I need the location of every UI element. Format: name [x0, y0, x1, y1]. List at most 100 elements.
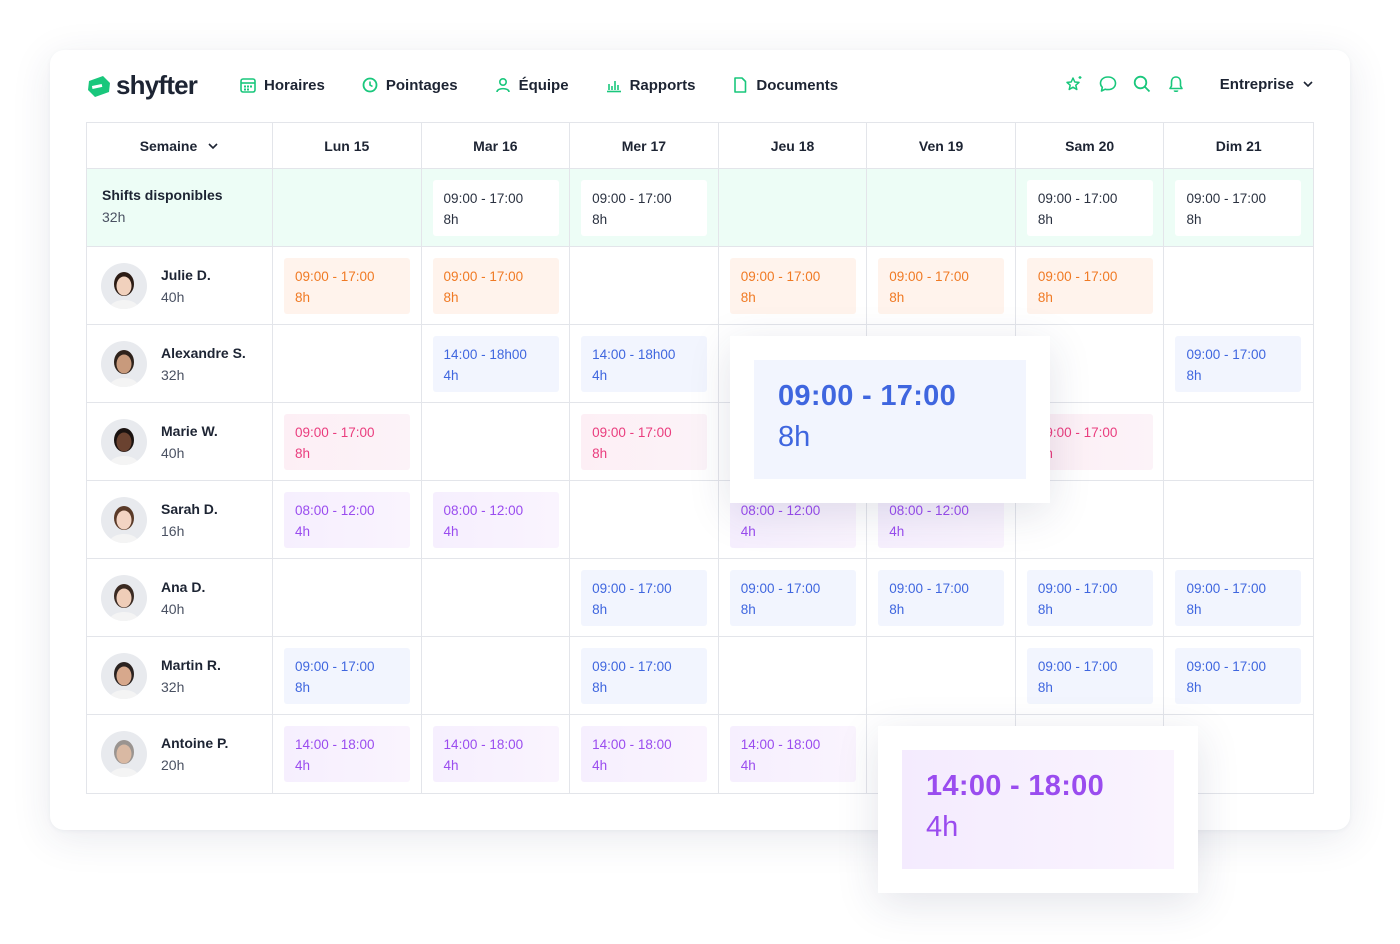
- day-cell[interactable]: [1164, 403, 1314, 481]
- employee-cell[interactable]: Sarah D. 16h: [87, 481, 273, 559]
- day-cell[interactable]: [421, 403, 571, 481]
- week-selector[interactable]: Semaine: [140, 138, 220, 154]
- chat-icon[interactable]: [1098, 74, 1118, 94]
- shift-block[interactable]: 08:00 - 12:00 4h: [283, 492, 410, 548]
- employee-cell[interactable]: Ana D. 40h: [87, 559, 273, 637]
- day-cell[interactable]: 09:00 - 17:00 8h: [718, 559, 868, 637]
- day-cell[interactable]: 14:00 - 18h00 4h: [421, 325, 571, 403]
- day-cell[interactable]: 09:00 - 17:00 8h: [570, 637, 719, 715]
- shift-block[interactable]: 08:00 - 12:00 4h: [432, 492, 559, 548]
- shift-block[interactable]: 14:00 - 18:00 4h: [432, 726, 559, 782]
- day-cell[interactable]: 09:00 - 17:00 8h: [1164, 169, 1314, 247]
- day-cell[interactable]: 09:00 - 17:00 8h: [272, 403, 422, 481]
- sparkle-star-icon[interactable]: [1064, 74, 1084, 94]
- day-cell[interactable]: 08:00 - 12:00 4h: [421, 481, 571, 559]
- employee-name: Julie D.: [161, 267, 211, 283]
- company-selector[interactable]: Entreprise: [1220, 76, 1314, 93]
- shift-block[interactable]: 14:00 - 18:00 4h: [581, 726, 708, 782]
- bell-icon[interactable]: [1166, 74, 1186, 94]
- nav-rapports[interactable]: Rapports: [605, 76, 695, 94]
- shift-block[interactable]: 09:00 - 17:00 8h: [1175, 336, 1302, 392]
- nav-equipe[interactable]: Équipe: [494, 76, 569, 94]
- day-cell[interactable]: [570, 481, 719, 559]
- shift-block[interactable]: 09:00 - 17:00 8h: [432, 258, 559, 314]
- day-cell[interactable]: [1164, 481, 1314, 559]
- day-cell[interactable]: 09:00 - 17:00 8h: [570, 169, 719, 247]
- day-cell[interactable]: 09:00 - 17:00 8h: [1164, 637, 1314, 715]
- day-cell[interactable]: 09:00 - 17:00 8h: [272, 637, 422, 715]
- shift-time: 14:00 - 18h00: [592, 347, 676, 362]
- shift-block[interactable]: 14:00 - 18h00 4h: [432, 336, 559, 392]
- shift-time: 09:00 - 17:00: [592, 191, 672, 206]
- shift-block[interactable]: 09:00 - 17:00 8h: [1175, 570, 1302, 626]
- day-cell[interactable]: [570, 247, 719, 325]
- day-cell[interactable]: 09:00 - 17:00 8h: [1164, 559, 1314, 637]
- search-icon[interactable]: [1132, 74, 1152, 94]
- day-cell[interactable]: 14:00 - 18:00 4h: [719, 715, 868, 793]
- day-cell[interactable]: [867, 169, 1016, 247]
- shift-block[interactable]: 09:00 - 17:00 8h: [581, 414, 708, 470]
- day-cell[interactable]: [867, 637, 1016, 715]
- day-cell[interactable]: [421, 637, 571, 715]
- day-cell[interactable]: 09:00 - 17:00 8h: [1015, 637, 1165, 715]
- shift-block[interactable]: 09:00 - 17:00 8h: [1026, 570, 1153, 626]
- employee-cell[interactable]: Martin R. 32h: [87, 637, 273, 715]
- day-cell[interactable]: 09:00 - 17:00 8h: [1015, 169, 1165, 247]
- day-cell[interactable]: 09:00 - 17:00 8h: [867, 559, 1016, 637]
- shift-block[interactable]: 09:00 - 17:00 8h: [283, 414, 410, 470]
- user-icon: [495, 77, 510, 93]
- shift-time: 09:00 - 17:00: [1186, 347, 1267, 362]
- shift-block[interactable]: 09:00 - 17:00 8h: [581, 570, 708, 626]
- day-cell[interactable]: 09:00 - 17:00 8h: [570, 559, 719, 637]
- nav-pointages[interactable]: Pointages: [361, 76, 458, 94]
- day-cell[interactable]: 09:00 - 17:00 8h: [1164, 325, 1314, 403]
- day-cell[interactable]: 09:00 - 17:00 8h: [1015, 559, 1165, 637]
- shift-block[interactable]: 09:00 - 17:00 8h: [878, 258, 1005, 314]
- shift-block[interactable]: 09:00 - 17:00 8h: [729, 258, 856, 314]
- day-cell[interactable]: [421, 559, 571, 637]
- shift-block[interactable]: 14:00 - 18:00 4h: [729, 726, 856, 782]
- day-cell[interactable]: [272, 325, 422, 403]
- day-cell[interactable]: 14:00 - 18:00 4h: [422, 715, 571, 793]
- day-cell[interactable]: [718, 169, 868, 247]
- employee-cell[interactable]: Alexandre S. 32h: [87, 325, 273, 403]
- day-cell[interactable]: 09:00 - 17:00 8h: [421, 169, 571, 247]
- shyfter-logo[interactable]: shyfter: [86, 70, 198, 101]
- shift-block[interactable]: 09:00 - 17:00 8h: [1026, 258, 1153, 314]
- nav-horaires[interactable]: Horaires: [239, 76, 325, 94]
- day-cell[interactable]: 09:00 - 17:00 8h: [867, 247, 1016, 325]
- employee-row: Julie D. 40h 09:00 - 17:00 8h 09:00 - 17:00 8…: [87, 247, 1314, 325]
- day-cell[interactable]: 14:00 - 18:00 4h: [570, 715, 719, 793]
- day-cell[interactable]: [272, 169, 422, 247]
- shift-time: 09:00 - 17:00: [1186, 659, 1267, 674]
- employee-name: Antoine P.: [161, 735, 229, 751]
- shift-block[interactable]: 09:00 - 17:00 8h: [1026, 180, 1153, 236]
- employee-cell[interactable]: Julie D. 40h: [87, 247, 273, 325]
- shift-block[interactable]: 09:00 - 17:00 8h: [1175, 648, 1302, 704]
- shift-block[interactable]: 09:00 - 17:00 8h: [581, 648, 708, 704]
- day-cell[interactable]: 14:00 - 18:00 4h: [273, 715, 422, 793]
- shift-block[interactable]: 09:00 - 17:00 8h: [729, 570, 856, 626]
- shift-block[interactable]: 09:00 - 17:00 8h: [1026, 648, 1153, 704]
- employee-cell[interactable]: Marie W. 40h: [87, 403, 273, 481]
- day-cell[interactable]: 14:00 - 18h00 4h: [570, 325, 719, 403]
- shift-block[interactable]: 14:00 - 18:00 4h: [283, 726, 410, 782]
- day-cell[interactable]: 09:00 - 17:00 8h: [1015, 247, 1165, 325]
- day-cell[interactable]: 09:00 - 17:00 8h: [718, 247, 868, 325]
- shift-block[interactable]: 09:00 - 17:00 8h: [1175, 180, 1302, 236]
- nav-documents[interactable]: Documents: [731, 76, 838, 94]
- day-cell[interactable]: 09:00 - 17:00 8h: [421, 247, 571, 325]
- shift-block[interactable]: 09:00 - 17:00 8h: [283, 648, 410, 704]
- shift-block[interactable]: 09:00 - 17:00 8h: [878, 570, 1005, 626]
- day-cell[interactable]: [718, 637, 868, 715]
- shift-block[interactable]: 14:00 - 18h00 4h: [581, 336, 708, 392]
- employee-cell[interactable]: Antoine P. 20h: [87, 715, 273, 793]
- day-cell[interactable]: [272, 559, 422, 637]
- shift-block[interactable]: 09:00 - 17:00 8h: [283, 258, 410, 314]
- day-cell[interactable]: 09:00 - 17:00 8h: [570, 403, 719, 481]
- day-cell[interactable]: 08:00 - 12:00 4h: [272, 481, 422, 559]
- shift-block[interactable]: 09:00 - 17:00 8h: [432, 180, 559, 236]
- shift-block[interactable]: 09:00 - 17:00 8h: [581, 180, 708, 236]
- day-cell[interactable]: [1164, 247, 1314, 325]
- day-cell[interactable]: 09:00 - 17:00 8h: [272, 247, 422, 325]
